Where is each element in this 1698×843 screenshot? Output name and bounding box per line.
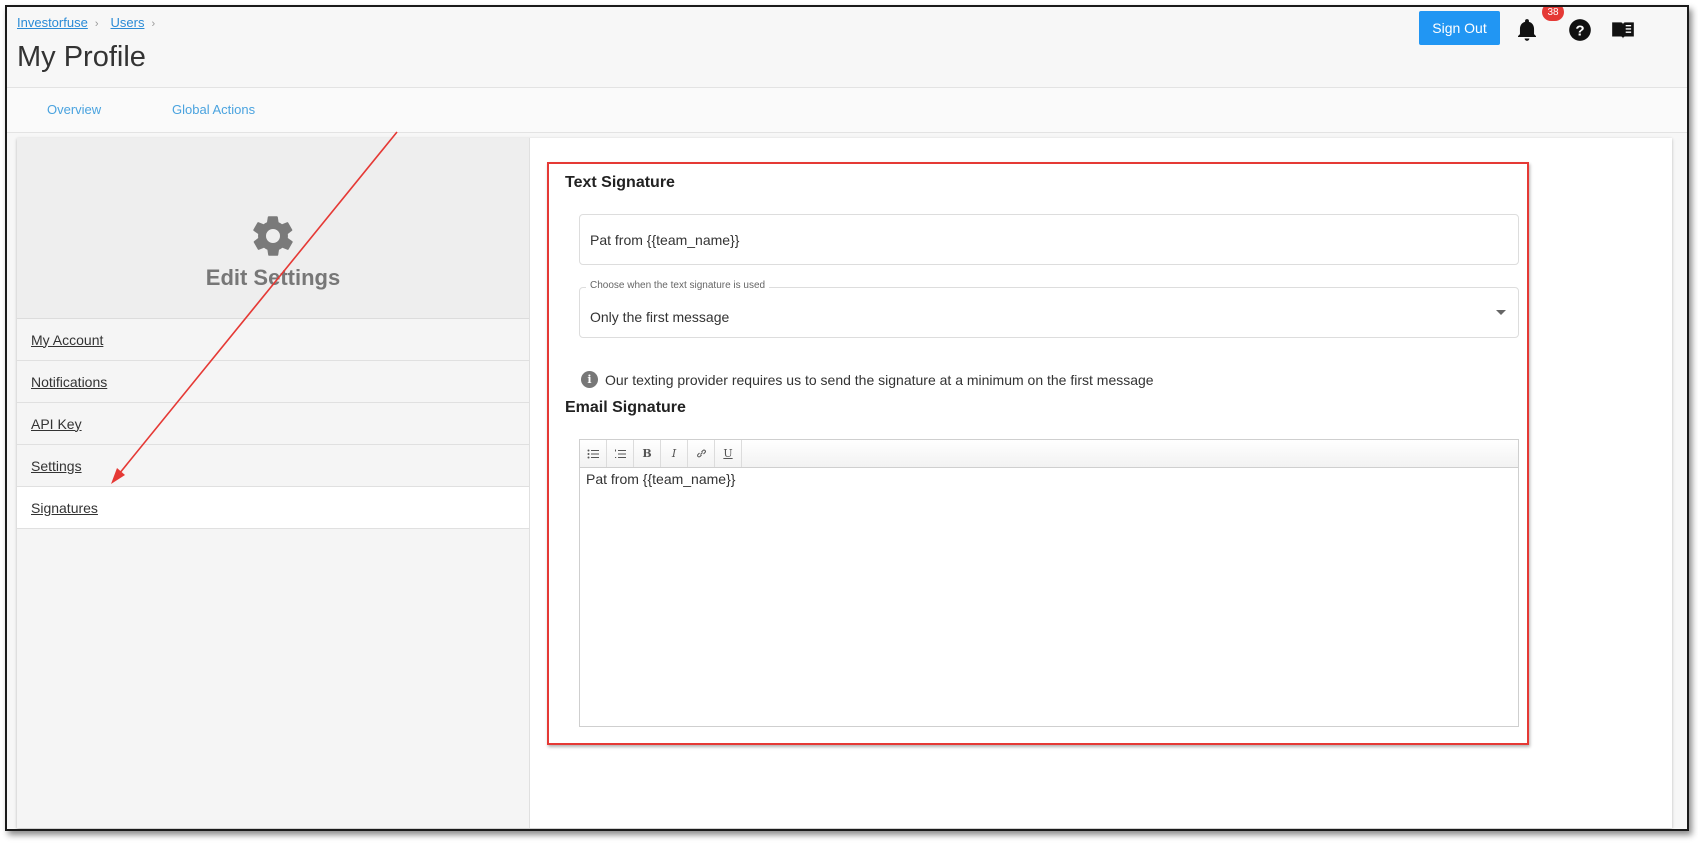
- annotation-arrow-icon: [111, 131, 398, 484]
- app-window: Investorfuse › Users › My Profile Sign Out …: [5, 5, 1689, 831]
